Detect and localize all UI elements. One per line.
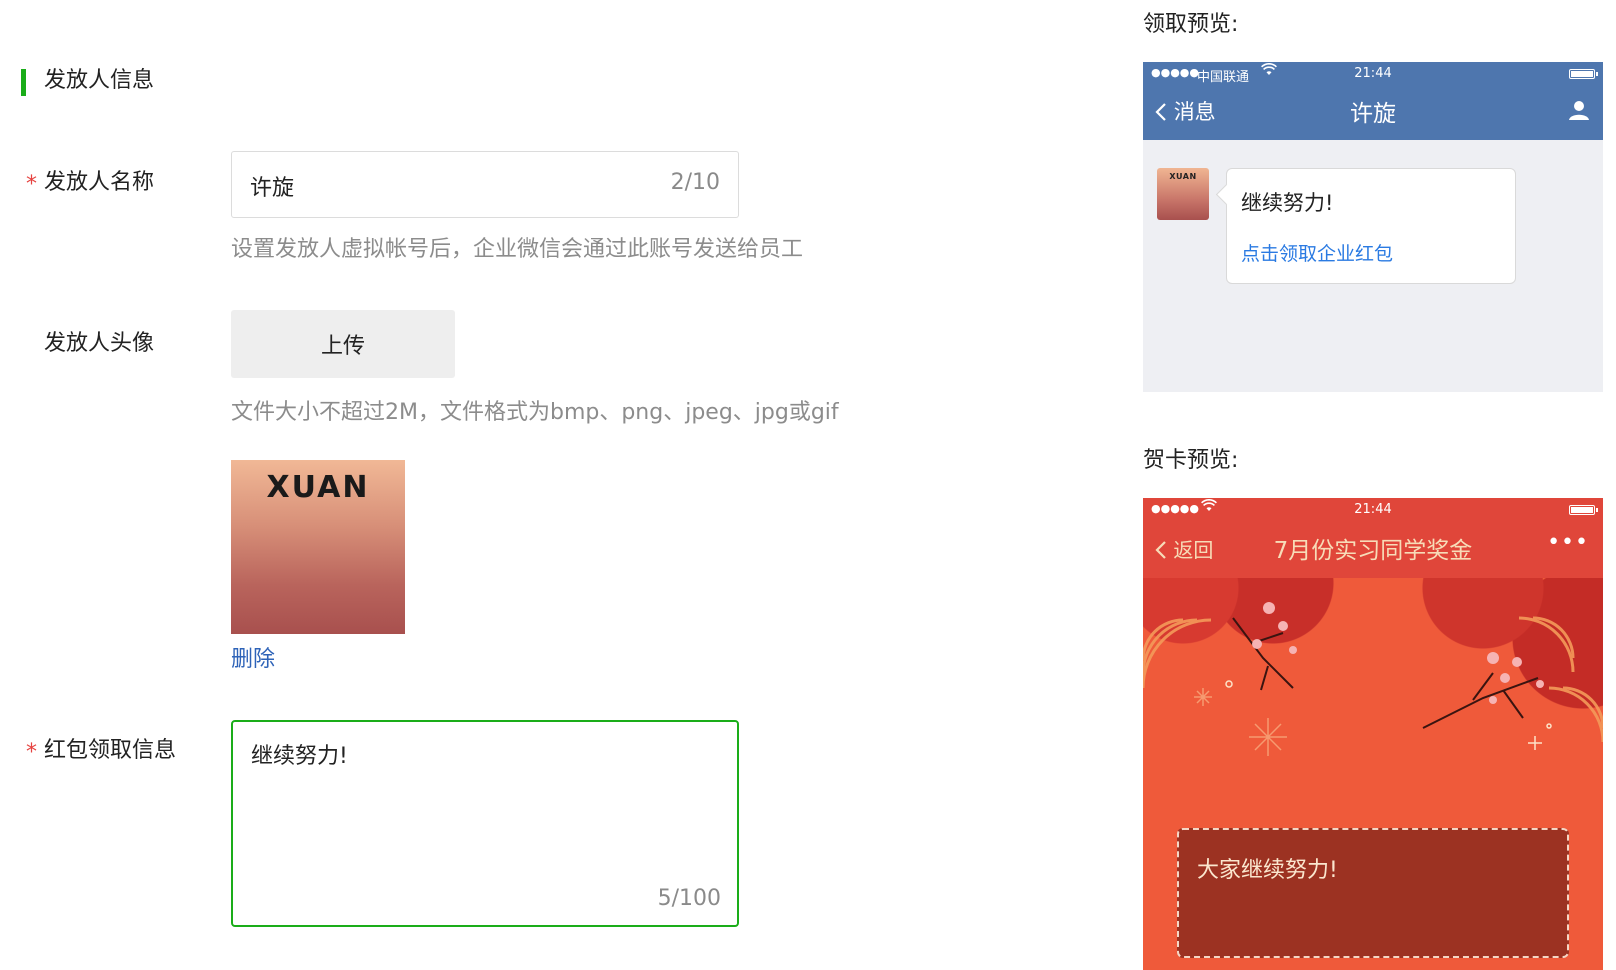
- more-icon[interactable]: •••: [1547, 530, 1589, 555]
- message-avatar: XUAN: [1157, 168, 1209, 220]
- message-bubble[interactable]: 继续努力! 点击领取企业红包: [1226, 168, 1516, 284]
- card-navbar: ●●●●● 21:44 返回 7月份实习同学奖金 •••: [1143, 498, 1603, 578]
- required-mark: *: [26, 740, 37, 765]
- section-title: 发放人信息: [44, 68, 155, 93]
- receive-info-textarea[interactable]: 继续努力! 5/100: [231, 720, 739, 927]
- delete-avatar-link[interactable]: 删除: [231, 645, 275, 675]
- sender-name-value: 许旋: [250, 176, 295, 201]
- battery-icon: [1569, 505, 1598, 515]
- sender-name-hint: 设置发放人虚拟帐号后，企业微信会通过此账号发送给员工: [231, 237, 804, 262]
- sender-avatar-label: 发放人头像: [44, 331, 155, 356]
- card-title: 7月份实习同学奖金: [1273, 538, 1473, 564]
- status-time: 21:44: [1354, 502, 1392, 517]
- receive-preview-phone: ●●●●● 中国联通 21:44 消息 许旋 XUAN 继续努力! 点击领取企业…: [1143, 62, 1603, 392]
- upload-hint: 文件大小不超过2M，文件格式为bmp、png、jpeg、jpg或gif: [231, 400, 839, 425]
- greeting-box: 大家继续努力!: [1177, 828, 1569, 958]
- battery-icon: [1569, 69, 1598, 79]
- sender-name-label: 发放人名称: [44, 170, 155, 195]
- card-preview-phone: ●●●●● 21:44 返回 7月份实习同学奖金 ••• 大家继续努力!: [1143, 498, 1603, 970]
- chat-title: 许旋: [1350, 101, 1396, 127]
- upload-button[interactable]: 上传: [231, 310, 455, 378]
- message-text: 继续努力!: [1241, 191, 1334, 215]
- section-accent-bar: [21, 69, 26, 96]
- receive-info-counter: 5/100: [657, 886, 721, 911]
- message-avatar-text: XUAN: [1169, 172, 1197, 181]
- card-preview-label: 贺卡预览:: [1143, 448, 1239, 473]
- chat-navbar: ●●●●● 中国联通 21:44 消息 许旋: [1143, 62, 1603, 140]
- receive-info-value: 继续努力!: [251, 744, 348, 769]
- person-icon[interactable]: [1567, 98, 1591, 122]
- status-bar: ●●●●● 中国联通 21:44: [1143, 62, 1603, 86]
- receive-info-label: 红包领取信息: [44, 738, 177, 763]
- required-mark: *: [26, 172, 37, 197]
- avatar-image: XUAN: [231, 460, 405, 634]
- status-time: 21:44: [1354, 66, 1392, 81]
- avatar-logo-text: XUAN: [266, 470, 370, 505]
- greeting-text: 大家继续努力!: [1197, 858, 1338, 883]
- status-bar: ●●●●● 21:44: [1143, 498, 1603, 522]
- claim-redpacket-link[interactable]: 点击领取企业红包: [1241, 239, 1393, 266]
- sender-name-input[interactable]: 许旋 2/10: [231, 151, 739, 218]
- receive-preview-label: 领取预览:: [1143, 12, 1239, 37]
- sender-name-counter: 2/10: [670, 170, 720, 195]
